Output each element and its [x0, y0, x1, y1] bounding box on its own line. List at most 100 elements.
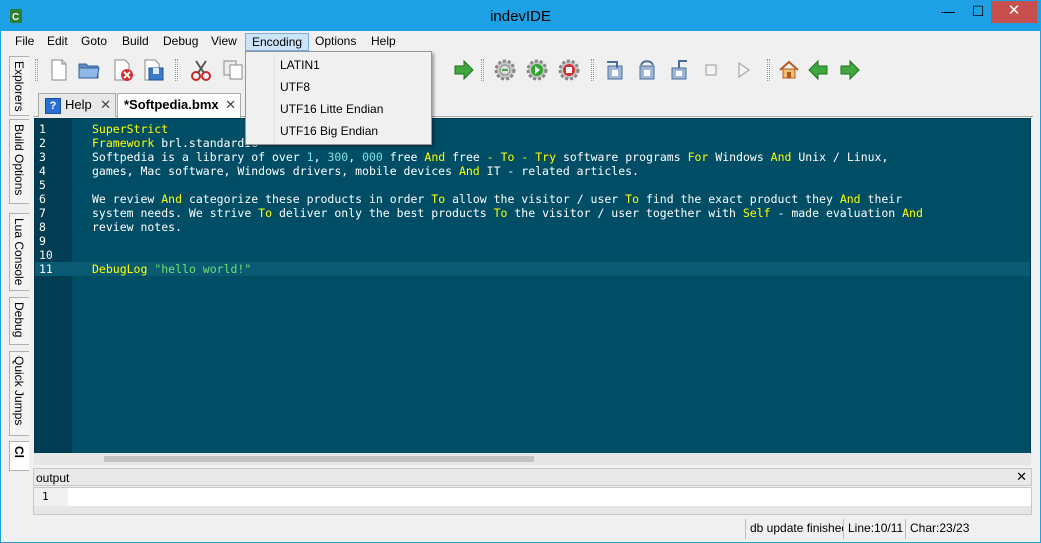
- home-icon[interactable]: [777, 58, 801, 82]
- code-token: And: [161, 192, 183, 206]
- new-file-icon[interactable]: [47, 58, 71, 82]
- open-folder-icon[interactable]: [77, 58, 101, 82]
- menu-build[interactable]: Build: [116, 33, 155, 51]
- code-token: games, Mac software, Windows drivers, mo…: [92, 164, 459, 178]
- tab-label: Help: [65, 97, 92, 112]
- scrollbar-thumb[interactable]: [104, 456, 534, 462]
- save-icon[interactable]: [141, 58, 165, 82]
- code-token: To: [258, 206, 273, 220]
- code-line[interactable]: 10: [35, 248, 1030, 262]
- status-bar: db update finished Line:10/11 Char:23/23: [1, 516, 1040, 542]
- code-line[interactable]: 11 DebugLog "hello world!": [35, 262, 1030, 276]
- output-title: output: [36, 471, 70, 485]
- back-icon[interactable]: [807, 58, 831, 82]
- code-token: categorize these products in order: [182, 192, 432, 206]
- code-token: We review: [92, 192, 162, 206]
- code-text: review notes.: [92, 220, 182, 234]
- sidetab-build-options[interactable]: Build Options: [9, 119, 29, 204]
- line-number: 8: [39, 220, 46, 234]
- code-token: -: [486, 150, 501, 164]
- close-window-button[interactable]: ✕: [991, 1, 1037, 23]
- code-token: To: [500, 150, 515, 164]
- close-file-icon[interactable]: [111, 58, 135, 82]
- document-tabs: ? Help ✕ *Softpedia.bmx ✕: [33, 91, 1033, 118]
- encoding-latin1[interactable]: LATIN1: [247, 54, 430, 76]
- code-token: system needs. We strive: [92, 206, 259, 220]
- encoding-utf16-le[interactable]: UTF16 Litte Endian: [247, 98, 430, 120]
- tab-close-icon[interactable]: ✕: [100, 94, 111, 116]
- menu-goto[interactable]: Goto: [75, 33, 113, 51]
- sidetab-explorers[interactable]: Explorers: [9, 56, 29, 116]
- build-run-icon[interactable]: [451, 58, 475, 82]
- help-icon: ?: [45, 98, 61, 114]
- sidetab-label: Cl: [12, 446, 26, 458]
- encoding-utf8[interactable]: UTF8: [247, 76, 430, 98]
- output-line-number: 1: [42, 490, 49, 503]
- code-token: Unix / Linux,: [791, 150, 889, 164]
- menu-edit[interactable]: Edit: [41, 33, 74, 51]
- minimize-button[interactable]: —: [933, 1, 963, 23]
- tab-close-icon[interactable]: ✕: [225, 94, 236, 116]
- code-token: Self: [742, 206, 771, 220]
- toolbar-grip[interactable]: [35, 59, 38, 81]
- code-token: And: [902, 206, 923, 220]
- code-line[interactable]: 8 review notes.: [35, 220, 1030, 234]
- sidetab-label: Build Options: [12, 124, 26, 196]
- code-line[interactable]: 2 Framework brl.standardio: [35, 136, 1030, 150]
- code-token: SuperStrict: [92, 122, 169, 136]
- gear-stop-icon[interactable]: [557, 58, 581, 82]
- menu-encoding[interactable]: Encoding: [245, 33, 310, 51]
- menu-view[interactable]: View: [205, 33, 243, 51]
- sidetab-debug[interactable]: Debug: [9, 297, 29, 345]
- horizontal-scrollbar[interactable]: [34, 453, 1031, 465]
- line-number: 9: [39, 234, 46, 248]
- tab-softpedia-bmx[interactable]: *Softpedia.bmx ✕: [117, 93, 241, 118]
- code-token: - made evaluation: [770, 206, 903, 220]
- code-text: Framework brl.standardio: [92, 136, 258, 150]
- code-line[interactable]: 3 Softpedia is a library of over 1, 300, …: [35, 150, 1030, 164]
- line-number: 4: [39, 164, 46, 178]
- tab-help[interactable]: ? Help ✕: [38, 93, 116, 117]
- forward-icon[interactable]: [837, 58, 861, 82]
- step-out-icon[interactable]: [667, 58, 691, 82]
- code-token: For: [687, 150, 709, 164]
- tab-label: *Softpedia.bmx: [124, 97, 219, 112]
- output-panel-header: output ✕: [33, 468, 1032, 486]
- continue-icon[interactable]: [731, 58, 755, 82]
- cut-icon[interactable]: [189, 58, 213, 82]
- menu-file[interactable]: File: [9, 33, 40, 51]
- line-number: 1: [39, 122, 46, 136]
- code-line[interactable]: 5: [35, 178, 1030, 192]
- sidetab-lua-console[interactable]: Lua Console: [9, 213, 29, 291]
- code-line[interactable]: 1 SuperStrict: [35, 122, 1030, 136]
- code-line[interactable]: 9: [35, 234, 1030, 248]
- output-panel[interactable]: 1: [33, 487, 1032, 515]
- menu-options[interactable]: Options: [309, 33, 362, 51]
- menu-help[interactable]: Help: [365, 33, 402, 51]
- menu-debug[interactable]: Debug: [157, 33, 204, 51]
- output-close-icon[interactable]: ✕: [1016, 469, 1027, 485]
- code-text: SuperStrict: [92, 122, 168, 136]
- gear-icon[interactable]: [493, 58, 517, 82]
- stop-icon[interactable]: [699, 58, 723, 82]
- code-editor[interactable]: 1 SuperStrict 2 Framework brl.standardio 3 So…: [34, 118, 1031, 465]
- sidetab-quick-jumps[interactable]: Quick Jumps: [9, 351, 29, 436]
- code-token: And: [458, 164, 480, 178]
- code-token: ,: [348, 150, 363, 164]
- step-over-icon[interactable]: [635, 58, 659, 82]
- step-into-icon[interactable]: [603, 58, 627, 82]
- code-line[interactable]: 7 system needs. We strive To deliver only…: [35, 206, 1030, 220]
- sidetab-clipped[interactable]: Cl: [9, 441, 29, 471]
- code-token: deliver only the best products: [272, 206, 494, 220]
- code-text: DebugLog "hello world!": [92, 262, 251, 276]
- menu-bar: File Edit Goto Build Debug View Encoding…: [1, 31, 1040, 51]
- code-line[interactable]: 6 We review And categorize these products…: [35, 192, 1030, 206]
- code-line[interactable]: 4 games, Mac software, Windows drivers, m…: [35, 164, 1030, 178]
- output-scrollbar[interactable]: [34, 506, 1031, 514]
- gear-run-icon[interactable]: [525, 58, 549, 82]
- copy-icon[interactable]: [221, 58, 245, 82]
- maximize-button[interactable]: ☐: [963, 1, 993, 23]
- encoding-utf16-be[interactable]: UTF16 Big Endian: [247, 120, 430, 142]
- code-token: their: [860, 192, 903, 206]
- code-token: Framework: [92, 136, 155, 150]
